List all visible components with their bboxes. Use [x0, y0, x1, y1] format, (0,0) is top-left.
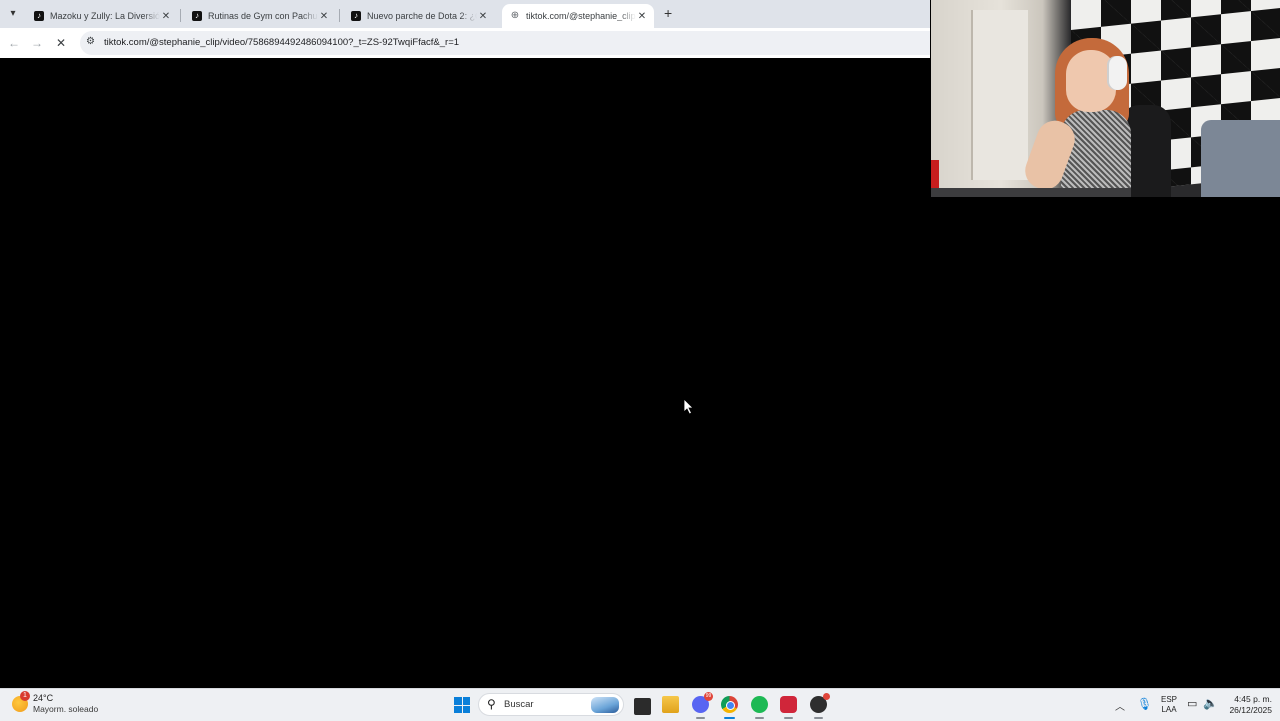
weather-widget[interactable]: 1 24°C Mayorm. soleado — [12, 691, 99, 715]
webcam-door — [971, 10, 1028, 180]
tab-title: Mazoku y Zully: La Diversión en — [50, 11, 160, 21]
tab-title: Nuevo parche de Dota 2: ¿Qué — [367, 11, 477, 21]
tab-dota[interactable]: ♪ Nuevo parche de Dota 2: ¿Qué ✕ — [343, 4, 495, 28]
chrome-icon[interactable] — [721, 696, 738, 719]
back-arrow-icon[interactable]: ← — [6, 35, 22, 51]
taskbar: 1 24°C Mayorm. soleado ⚲ Buscar 99 ︿ 🎙 E… — [0, 688, 1280, 721]
input-language[interactable]: ESP LAA — [1158, 695, 1180, 715]
url-text[interactable]: tiktok.com/@stephanie_clip/video/7586894… — [104, 37, 459, 48]
webcam-red-cup — [931, 160, 939, 190]
address-bar[interactable]: ⚙ tiktok.com/@stephanie_clip/video/75868… — [80, 31, 930, 55]
browser-toolbar: ← → ✕ ⚙ tiktok.com/@stephanie_clip/video… — [0, 28, 930, 59]
tiktok-icon: ♪ — [351, 11, 361, 21]
taskbar-search-box[interactable]: ⚲ Buscar — [478, 693, 624, 716]
webcam-person-body — [1061, 110, 1131, 197]
forward-arrow-icon[interactable]: → — [29, 35, 45, 51]
microphone-icon[interactable]: 🎙 — [1137, 697, 1152, 711]
tab-search-chevron-icon[interactable]: ▾ — [4, 6, 22, 22]
tab-mazoku[interactable]: ♪ Mazoku y Zully: La Diversión en ✕ — [26, 4, 178, 28]
tab-divider — [180, 9, 181, 22]
page-content-area[interactable] — [0, 58, 930, 688]
discord-icon[interactable]: 99 — [692, 692, 713, 719]
stop-loading-icon[interactable]: ✕ — [53, 35, 69, 51]
spotify-icon[interactable] — [751, 696, 768, 719]
webcam-desk — [931, 188, 1131, 197]
network-icon[interactable]: ▭ — [1187, 697, 1197, 710]
tiktok-icon: ♪ — [192, 11, 202, 21]
close-icon[interactable]: ✕ — [636, 11, 648, 22]
new-tab-button[interactable]: + — [664, 5, 678, 21]
tab-rutinas[interactable]: ♪ Rutinas de Gym con Pachu Zub ✕ — [184, 4, 336, 28]
tiktok-icon: ♪ — [34, 11, 44, 21]
windows-start-icon[interactable] — [454, 697, 470, 713]
webcam-sofa — [1201, 120, 1280, 197]
search-icon: ⚲ — [487, 697, 496, 711]
clock-date: 26/12/2025 — [1229, 705, 1272, 715]
headphones-icon — [1109, 56, 1127, 90]
tab-tiktok-video-active[interactable]: ⊕ tiktok.com/@stephanie_clip/vic ✕ — [502, 4, 654, 28]
mouse-cursor-icon — [684, 399, 694, 415]
webcam-feed — [931, 0, 1280, 197]
file-explorer-icon[interactable] — [662, 696, 679, 713]
tray-overflow-chevron-icon[interactable]: ︿ — [1115, 698, 1125, 713]
weather-temperature: 24°C — [33, 693, 54, 703]
discord-notification-badge: 99 — [704, 692, 713, 701]
system-clock[interactable]: 4:45 p. m. 26/12/2025 — [1222, 694, 1272, 716]
language-code: ESP — [1160, 695, 1177, 704]
search-placeholder: Buscar — [504, 699, 534, 710]
site-settings-icon[interactable]: ⚙ — [86, 36, 95, 47]
weather-description: Mayorm. soleado — [33, 704, 99, 714]
tab-title: Rutinas de Gym con Pachu Zub — [208, 11, 318, 21]
browser-tab-strip: ▾ ♪ Mazoku y Zully: La Diversión en ✕ ♪ … — [0, 0, 930, 28]
notification-badge: 1 — [20, 691, 30, 701]
search-highlight-image — [591, 697, 619, 713]
close-icon[interactable]: ✕ — [477, 11, 489, 22]
tab-divider — [339, 9, 340, 22]
close-icon[interactable]: ✕ — [318, 11, 330, 22]
red-app-icon[interactable] — [780, 696, 797, 719]
sun-icon: 1 — [12, 691, 30, 712]
keyboard-layout: LAA — [1161, 705, 1177, 714]
volume-icon[interactable]: 🔈 — [1203, 696, 1218, 710]
obs-icon[interactable] — [810, 693, 830, 719]
close-icon[interactable]: ✕ — [160, 11, 172, 22]
tab-title: tiktok.com/@stephanie_clip/vic — [526, 11, 636, 21]
clock-time: 4:45 p. m. — [1234, 694, 1272, 704]
recording-dot-icon — [823, 693, 830, 700]
task-view-icon[interactable] — [632, 696, 653, 717]
globe-icon: ⊕ — [510, 10, 520, 21]
